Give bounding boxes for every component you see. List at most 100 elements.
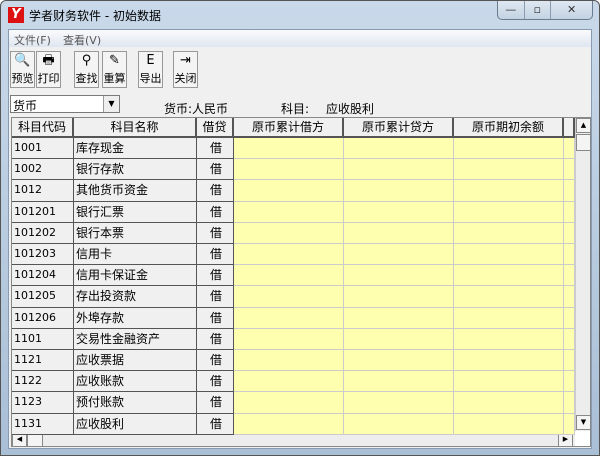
toolbar-label: 关闭 xyxy=(174,72,197,85)
menu-view[interactable]: 查看(V) xyxy=(63,32,101,48)
credit-cell[interactable] xyxy=(344,201,454,223)
column-header[interactable]: 科目代码 xyxy=(12,118,74,138)
balance-cell[interactable] xyxy=(454,201,564,223)
debit-cell[interactable] xyxy=(234,180,344,202)
balance-cell[interactable] xyxy=(454,180,564,202)
balance-cell[interactable] xyxy=(454,159,564,181)
credit-cell[interactable] xyxy=(344,307,454,329)
filler-cell xyxy=(564,307,575,329)
credit-cell[interactable] xyxy=(344,328,454,350)
title-bar: Y 学者财务软件 - 初始数据 — ▫ ✕ xyxy=(1,1,599,29)
debit-cell[interactable] xyxy=(234,265,344,287)
toolbar-button-4[interactable]: E 导出 xyxy=(138,51,163,88)
column-header[interactable]: 原币累计贷方 xyxy=(344,118,454,138)
table-row[interactable]: 101205 存出投资款借 xyxy=(12,286,575,308)
debit-cell[interactable] xyxy=(234,328,344,350)
debit-cell[interactable] xyxy=(234,159,344,181)
export-icon: E xyxy=(146,53,155,68)
toolbar-button-3[interactable]: ✎ 重算 xyxy=(102,51,127,88)
balance-cell[interactable] xyxy=(454,244,564,266)
toolbar-label: 预览 xyxy=(11,72,34,85)
table-row[interactable]: 101203 信用卡借 xyxy=(12,244,575,266)
debit-cell[interactable] xyxy=(234,286,344,308)
debit-cell[interactable] xyxy=(234,244,344,266)
balance-cell[interactable] xyxy=(454,350,564,372)
balance-cell[interactable] xyxy=(454,392,564,414)
toolbar-label: 重算 xyxy=(103,72,126,85)
code-cell: 101203 xyxy=(12,244,74,266)
table-row[interactable]: 1002 银行存款借 xyxy=(12,159,575,181)
filler-cell xyxy=(564,350,575,372)
table-row[interactable]: 101201 银行汇票借 xyxy=(12,201,575,223)
debit-cell[interactable] xyxy=(234,371,344,393)
balance-cell[interactable] xyxy=(454,138,564,160)
balance-cell[interactable] xyxy=(454,328,564,350)
table-row[interactable]: 101206 外埠存款借 xyxy=(12,307,575,329)
table-row[interactable]: 1001 库存现金借 xyxy=(12,138,575,160)
code-cell: 101202 xyxy=(12,222,74,244)
balance-cell[interactable] xyxy=(454,413,564,435)
column-header[interactable]: 原币累计借方 xyxy=(234,118,344,138)
toolbar-button-5[interactable]: ⇥ 关闭 xyxy=(173,51,198,88)
name-cell: 应收票据 xyxy=(74,350,197,372)
name-cell: 应收账款 xyxy=(74,371,197,393)
balance-cell[interactable] xyxy=(454,222,564,244)
table-row[interactable]: 1123 预付账款借 xyxy=(12,392,575,414)
scroll-thumb[interactable] xyxy=(576,134,590,151)
scroll-up-icon[interactable]: ▲ xyxy=(576,118,590,133)
currency-select[interactable]: 货币 ▼ xyxy=(10,95,120,113)
table-row[interactable]: 101204 信用卡保证金借 xyxy=(12,265,575,287)
column-header[interactable]: 借贷 xyxy=(197,118,234,138)
table-row[interactable]: 1122 应收账款借 xyxy=(12,371,575,393)
debit-cell[interactable] xyxy=(234,138,344,160)
vertical-scrollbar[interactable]: ▲ ▼ xyxy=(575,118,590,431)
debit-cell[interactable] xyxy=(234,222,344,244)
credit-cell[interactable] xyxy=(344,180,454,202)
credit-cell[interactable] xyxy=(344,222,454,244)
balance-cell[interactable] xyxy=(454,307,564,329)
table-row[interactable]: 101202 银行本票借 xyxy=(12,222,575,244)
balance-cell[interactable] xyxy=(454,371,564,393)
balance-cell[interactable] xyxy=(454,286,564,308)
credit-cell[interactable] xyxy=(344,159,454,181)
minimize-button[interactable]: — xyxy=(498,1,524,19)
debit-cell[interactable] xyxy=(234,201,344,223)
table-row[interactable]: 1012 其他货币资金借 xyxy=(12,180,575,202)
name-cell: 银行汇票 xyxy=(74,201,197,223)
chevron-down-icon[interactable]: ▼ xyxy=(103,96,119,112)
credit-cell[interactable] xyxy=(344,286,454,308)
filler-cell xyxy=(564,201,575,223)
credit-cell[interactable] xyxy=(344,244,454,266)
toolbar-button-1[interactable]: 🖶 打印 xyxy=(36,51,61,88)
direction-cell: 借 xyxy=(197,222,234,244)
close-button[interactable]: ✕ xyxy=(550,1,592,19)
credit-cell[interactable] xyxy=(344,392,454,414)
debit-cell[interactable] xyxy=(234,307,344,329)
table-row[interactable]: 1131 应收股利借 xyxy=(12,413,575,435)
column-header[interactable]: 科目名称 xyxy=(74,118,197,138)
credit-cell[interactable] xyxy=(344,413,454,435)
debit-cell[interactable] xyxy=(234,413,344,435)
scroll-down-icon[interactable]: ▼ xyxy=(576,415,590,430)
credit-cell[interactable] xyxy=(344,371,454,393)
credit-cell[interactable] xyxy=(344,350,454,372)
table-row[interactable]: 1101 交易性金融资产借 xyxy=(12,328,575,350)
code-cell: 1002 xyxy=(12,159,74,181)
name-cell: 其他货币资金 xyxy=(74,180,197,202)
toolbar-button-0[interactable]: 🔍 预览 xyxy=(10,51,35,88)
data-grid: ▲ ▼ ◀ ▶ 科目代码 科目名称 借贷 原币累计借方 原币累计贷方 原币期初余额 1001… xyxy=(11,117,591,447)
credit-cell[interactable] xyxy=(344,265,454,287)
direction-cell: 借 xyxy=(197,201,234,223)
name-cell: 银行存款 xyxy=(74,159,197,181)
table-row[interactable]: 1121 应收票据借 xyxy=(12,350,575,372)
menu-file[interactable]: 文件(F) xyxy=(14,32,51,48)
column-header[interactable]: 原币期初余额 xyxy=(454,118,564,138)
balance-cell[interactable] xyxy=(454,265,564,287)
name-cell: 存出投资款 xyxy=(74,286,197,308)
debit-cell[interactable] xyxy=(234,350,344,372)
toolbar-button-2[interactable]: ⚲ 查找 xyxy=(74,51,99,88)
maximize-button[interactable]: ▫ xyxy=(523,1,551,19)
debit-cell[interactable] xyxy=(234,392,344,414)
code-cell: 1101 xyxy=(12,328,74,350)
credit-cell[interactable] xyxy=(344,138,454,160)
